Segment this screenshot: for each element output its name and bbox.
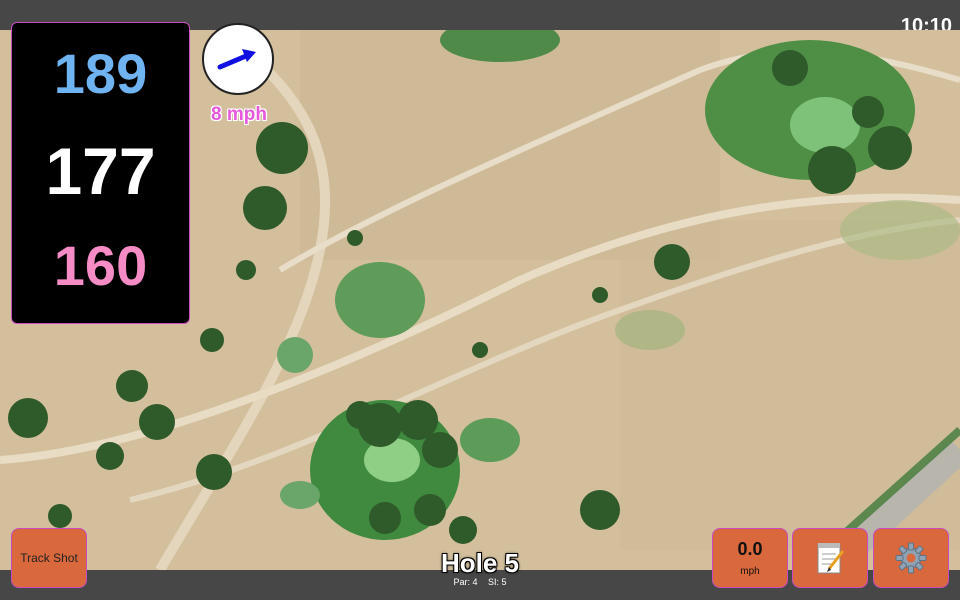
hole-title: Hole 5 <box>440 548 520 578</box>
distance-panel: 189 177 160 <box>11 22 190 324</box>
speed-button[interactable]: 0.0 mph <box>712 528 788 588</box>
wind-direction-indicator <box>202 23 274 95</box>
arrow-icon <box>217 49 256 70</box>
notepad-icon <box>817 543 845 574</box>
wind-speed: 8 mph <box>211 104 267 125</box>
speed-unit: mph <box>740 566 760 577</box>
hole-si: SI: 5 <box>488 577 507 587</box>
notes-button[interactable] <box>792 528 868 588</box>
track-shot-button[interactable]: Track Shot <box>11 528 87 588</box>
distance-front: 160 <box>53 234 148 297</box>
gear-icon <box>895 542 927 574</box>
speed-value: 0.0 <box>737 539 763 559</box>
distance-back: 189 <box>53 42 148 105</box>
distance-middle: 177 <box>45 134 156 208</box>
hole-par: Par: 4 <box>453 577 478 587</box>
settings-button[interactable] <box>873 528 949 588</box>
hole-info: Par: 4 SI: 5 <box>380 577 580 587</box>
